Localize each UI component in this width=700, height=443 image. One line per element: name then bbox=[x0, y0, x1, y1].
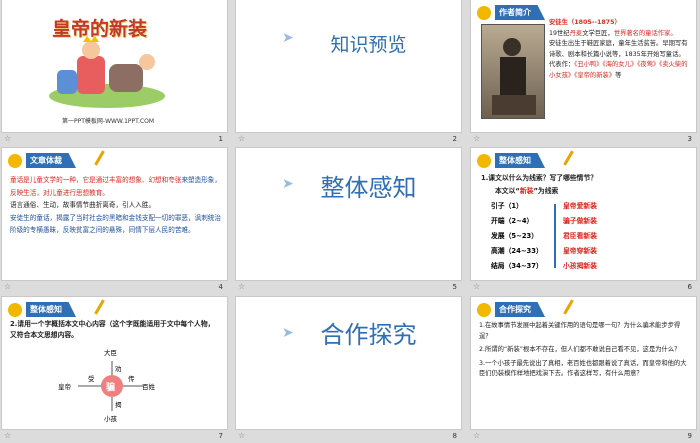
slide-header: 文章体裁 bbox=[8, 153, 76, 168]
relation-diagram: 骗 大臣 皇帝 百姓 小孩 受 劝 传 揭 bbox=[58, 349, 155, 423]
slide-thumb-8[interactable]: ➤ 合作探究 bbox=[236, 297, 461, 429]
star-icon: ☆ bbox=[4, 282, 12, 291]
lightbulb-icon bbox=[477, 302, 491, 317]
diagram-label-top: 大臣 bbox=[104, 349, 117, 357]
pencil-icon bbox=[563, 150, 574, 166]
slide-header: 整体感知 bbox=[8, 302, 76, 317]
lightbulb-icon bbox=[8, 302, 22, 317]
slide2-title: 知识预览 bbox=[330, 34, 407, 56]
slide-number: 8 bbox=[452, 432, 457, 440]
slide-thumb-1[interactable]: 皇帝的新装 第一PPT模板网-WWW.1PPT.COM bbox=[2, 0, 227, 132]
slide1-caption: 第一PPT模板网-WWW.1PPT.COM bbox=[62, 118, 155, 125]
slide-thumb-3[interactable]: 作者简介 安徒生（1805--1875） 19世纪丹麦文学巨匠，世界著名的童话作… bbox=[471, 0, 696, 132]
list-item: 高潮（24~33） 皇帝穿新装 bbox=[491, 247, 597, 255]
diagram-label-left: 皇帝 bbox=[58, 383, 71, 391]
slide-thumb-5[interactable]: ➤ 整体感知 bbox=[236, 148, 461, 280]
lightbulb-icon bbox=[477, 153, 491, 168]
cartoon-illustration bbox=[47, 36, 167, 108]
star-icon: ☆ bbox=[238, 282, 246, 291]
slide-thumb-2[interactable]: ➤ 知识预览 bbox=[236, 0, 461, 132]
slide-number: 3 bbox=[687, 135, 692, 143]
diagram-center: 骗 bbox=[106, 383, 116, 393]
star-icon: ☆ bbox=[238, 431, 246, 440]
slide-number: 2 bbox=[452, 135, 457, 143]
slide8-title: 合作探究 bbox=[320, 321, 417, 349]
star-icon: ☆ bbox=[473, 282, 481, 291]
slide-thumb-9[interactable]: 合作探究 1.在故事情节发展中起着关键作用的语句是哪一句？为什么骗术能步步得逞？… bbox=[471, 297, 696, 429]
slide-number: 6 bbox=[687, 283, 692, 291]
slide-thumb-7[interactable]: 整体感知 2.请用一个字概括本文中心内容（这个字既能适用于文中每个人物，又符合本… bbox=[2, 297, 227, 429]
slide-number: 1 bbox=[218, 135, 223, 143]
diagram-label-right: 百姓 bbox=[142, 383, 155, 391]
star-icon: ☆ bbox=[4, 134, 12, 143]
slide-number: 9 bbox=[687, 432, 692, 440]
slide-number: 4 bbox=[218, 283, 223, 291]
pencil-icon bbox=[94, 150, 105, 166]
slide5-title: 整体感知 bbox=[320, 174, 417, 202]
list-item: 发展（5~23） 君臣看新装 bbox=[491, 232, 597, 240]
slide-header: 整体感知 bbox=[477, 153, 545, 168]
slide-number: 7 bbox=[218, 432, 223, 440]
star-icon: ☆ bbox=[473, 134, 481, 143]
slide-thumb-4[interactable]: 文章体裁 童话是儿童文学的一种，它是通过丰富的想象、幻想和夸张来塑造形象，反映生… bbox=[2, 148, 227, 280]
list-item: 开端（2~4） 骗子做新装 bbox=[491, 217, 597, 225]
slide-header: 作者简介 bbox=[477, 5, 545, 20]
star-icon: ☆ bbox=[4, 431, 12, 440]
slide-thumb-6[interactable]: 整体感知 1.课文以什么为线索？写了哪些情节？ 本文以“新装”为线索 引子（1）… bbox=[471, 148, 696, 280]
pencil-icon bbox=[94, 299, 105, 315]
star-icon: ☆ bbox=[238, 134, 246, 143]
author-portrait bbox=[481, 24, 545, 119]
lightbulb-icon bbox=[8, 153, 22, 168]
pencil-icon bbox=[563, 299, 574, 315]
slide-header: 合作探究 bbox=[477, 302, 545, 317]
lightbulb-icon bbox=[477, 5, 491, 20]
slide-number: 5 bbox=[452, 283, 457, 291]
list-item: 结局（34~37） 小孩揭新装 bbox=[491, 262, 597, 270]
star-icon: ☆ bbox=[473, 431, 481, 440]
diagram-label-bottom: 小孩 bbox=[104, 415, 117, 423]
list-item: 引子（1） 皇帝爱新装 bbox=[491, 202, 597, 210]
